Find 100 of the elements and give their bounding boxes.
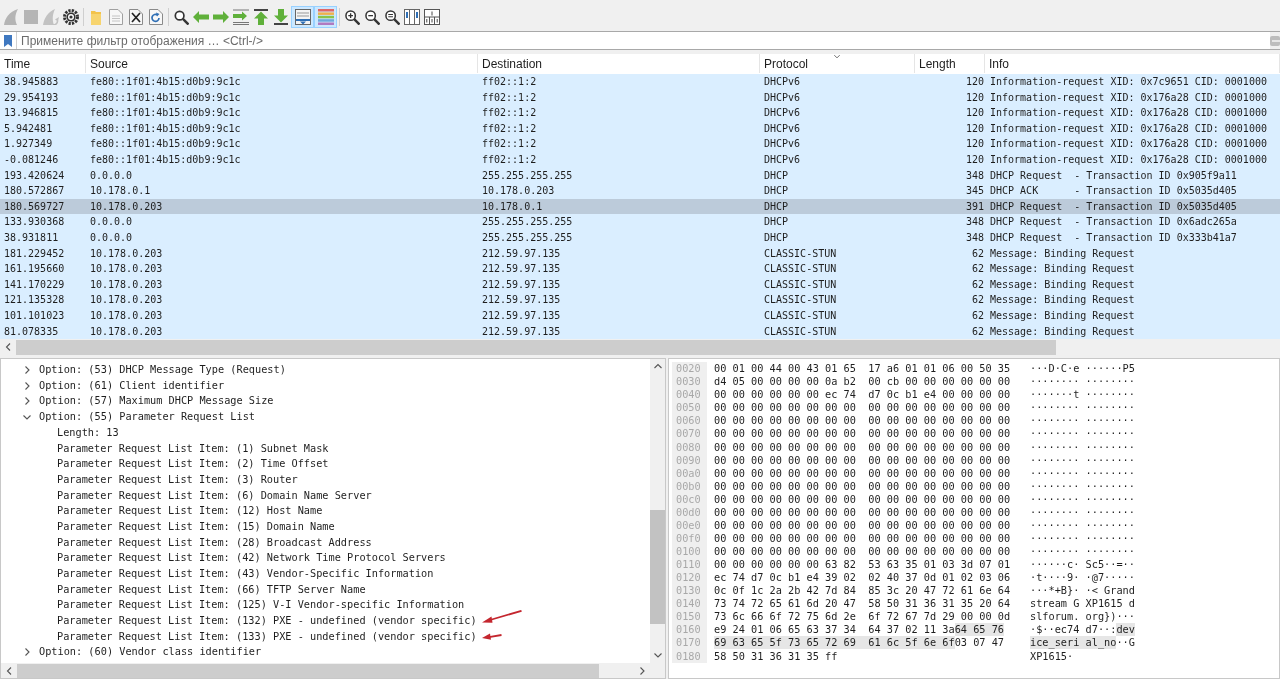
annotation-arrow-icon [481, 610, 522, 624]
ascii-text: ········ ········ [1030, 440, 1135, 454]
table-cell-text: 81.078335 [4, 324, 59, 339]
tree-item[interactable]: Option: (60) Vendor class identifier [39, 644, 262, 661]
offset-label: 0100 [676, 545, 701, 558]
table-cell-text: 10.178.0.203 [90, 277, 163, 292]
tree-item[interactable]: Length: 13 [57, 424, 119, 441]
table-cell-text: DHCP Request - Transaction ID 0x905f9a11 [990, 168, 1237, 183]
tree-item[interactable]: Parameter Request List Item: (42) Network Time Protocol Servers [57, 550, 446, 567]
zoom-out-icon [364, 9, 380, 25]
hex-bytes: e9 24 01 06 65 63 37 34 64 37 02 11 3a [714, 623, 955, 637]
table-cell-text: 13.946815 [4, 106, 59, 121]
bookmark-button[interactable] [0, 32, 16, 49]
toolbar-button[interactable] [126, 6, 146, 28]
tree-item[interactable]: Parameter Request List Item: (125) V-I Vendor-specific Information [57, 597, 465, 614]
tree-item[interactable]: Parameter Request List Item: (133) PXE - undefined (vendor specific) [57, 628, 477, 645]
table-cell-text: 212.59.97.135 [482, 308, 561, 323]
table-cell-text: 38.945883 [4, 75, 59, 89]
tree-item[interactable]: Parameter Request List Item: (66) TFTP Server Name [57, 581, 366, 598]
table-cell-text: 10.178.0.203 [90, 262, 163, 277]
table-cell-text: Information-request XID: 0x176a28 CID: 0001000 [990, 152, 1267, 167]
hex-bytes: 73 74 72 65 61 6d 20 47 58 50 31 36 31 35 20 64 [714, 597, 1011, 611]
packet-row[interactable]: 121.135328 10.178.0.203 212.59.97.135 CLASSIC-STUN 62 Message: Binding Request [0, 292, 1280, 308]
table-cell-text: 10.178.0.1 [482, 199, 543, 214]
packet-row[interactable]: 180.572867 10.178.0.1 10.178.0.203 DHCP 345 DHCP ACK - Transaction ID 0x5035d405 [0, 183, 1280, 199]
tree-item[interactable]: Option: (61) Client identifier [39, 377, 225, 394]
ascii-text: ······c· Sc5··=·· [1030, 558, 1135, 572]
tree-item[interactable]: Parameter Request List Item: (28) Broadcast Address [57, 534, 372, 551]
hex-bytes: 64 65 76 [954, 623, 1005, 637]
table-cell-text: 181.229452 [4, 246, 65, 261]
table-cell-text: DHCP [764, 215, 789, 230]
table-cell-text: DHCP [764, 230, 789, 245]
tree-item[interactable]: Parameter Request List Item: (12) Host Name [57, 503, 323, 519]
table-cell-text: 62 [971, 262, 984, 277]
table-cell-text: 0.0.0.0 [90, 215, 133, 230]
offset-label: 0140 [676, 597, 701, 611]
zoom-in-icon [344, 9, 360, 25]
tree-item[interactable]: Parameter Request List Item: (43) Vendor-Specific Information [57, 566, 434, 582]
tree-item[interactable]: Parameter Request List Item: (6) Domain Name Server [57, 487, 372, 504]
table-cell-text: DHCPv6 [764, 137, 801, 152]
ascii-text: ··G [1116, 636, 1135, 650]
table-cell-text: DHCPv6 [764, 90, 801, 105]
offset-label: 0040 [676, 388, 701, 402]
ascii-text: ········ ········ [1030, 375, 1135, 389]
table-cell-text: DHCPv6 [764, 75, 801, 89]
striped-lines-icon [317, 9, 334, 25]
offset-label: 0020 [676, 362, 701, 376]
table-cell-text: 212.59.97.135 [482, 324, 561, 339]
table-cell-text: 180.569727 [4, 199, 65, 214]
hex-bytes: 73 6c 66 6f 72 75 6d 2e 6f 72 67 7d 29 00 00 0d [714, 610, 1011, 624]
table-cell-text: fe80::1f01:4b15:d0b9:9c1c [90, 137, 241, 152]
table-cell-text: 120 [965, 75, 984, 89]
scrollbar-thumb[interactable] [16, 339, 1056, 355]
tree-item[interactable]: Parameter Request List Item: (2) Time Offset [57, 456, 329, 472]
vertical-scrollbar[interactable] [650, 359, 665, 663]
packet-row[interactable]: 13.946815 fe80::1f01:4b15:d0b9:9c1c ff02::1:2 DHCPv6 120 Information-request XID: 0x176a28 CID: 0001000 [0, 105, 1280, 121]
toolbar-button[interactable] [61, 6, 81, 28]
offset-label: 0160 [676, 623, 701, 637]
table-cell-text: fe80::1f01:4b15:d0b9:9c1c [90, 75, 241, 89]
packet-row[interactable]: 38.945883 fe80::1f01:4b15:d0b9:9c1c ff02::1:2 DHCPv6 120 Information-request XID: 0x7c9651 CID: 0001000 [0, 74, 1280, 90]
table-cell-text: 29.954193 [4, 90, 59, 105]
table-cell-text: 255.255.255.255 [482, 215, 573, 230]
hex-bytes: 00 00 00 00 00 00 00 00 00 00 00 00 00 00 00 00 [714, 545, 1011, 558]
offset-label: 00c0 [676, 492, 701, 506]
packet-row[interactable]: 161.195660 10.178.0.203 212.59.97.135 CLASSIC-STUN 62 Message: Binding Request [0, 261, 1280, 277]
tab-handle-icon[interactable] [1270, 35, 1280, 46]
hex-bytes: 00 00 00 00 00 00 00 00 00 00 00 00 00 00 00 00 [714, 479, 1011, 493]
tree-item[interactable]: Parameter Request List Item: (3) Router [57, 471, 298, 488]
ascii-text: ········ ········ [1030, 401, 1135, 415]
tree-item[interactable]: Option: (53) DHCP Message Type (Request) [39, 362, 286, 378]
tree-item[interactable]: Parameter Request List Item: (132) PXE - undefined (vendor specific) [57, 613, 477, 629]
ascii-text: stream G XP1615 d [1030, 597, 1135, 611]
table-cell-text: fe80::1f01:4b15:d0b9:9c1c [90, 90, 241, 105]
packet-row[interactable]: 133.930368 0.0.0.0 255.255.255.255 DHCP 348 DHCP Request - Transaction ID 0x6adc265a [0, 214, 1280, 230]
tree-item[interactable]: Option: (57) Maximum DHCP Message Size [39, 393, 274, 410]
hex-bytes: 00 00 00 00 00 00 00 00 00 00 00 00 00 00 00 00 [714, 453, 1011, 467]
arrow-to-top-icon [254, 9, 268, 25]
tree-item[interactable]: Parameter Request List Item: (15) Domain Name [57, 518, 335, 535]
scrollbar-thumb[interactable] [650, 510, 665, 625]
table-cell-text: 62 [971, 277, 984, 292]
table-cell-text: DHCPv6 [764, 106, 801, 121]
hex-bytes: 00 00 00 00 00 00 00 00 00 00 00 00 00 00 00 00 [714, 492, 1011, 506]
filter-field[interactable]: Примените фильтр отображения … <Ctrl-/> [17, 32, 1270, 49]
offset-label: 0060 [676, 414, 701, 428]
table-cell-text: Information-request XID: 0x176a28 CID: 0001000 [990, 121, 1267, 136]
toolbar-button[interactable] [251, 6, 271, 28]
ascii-text: ·······t ········ [1030, 388, 1135, 402]
toolbar-button[interactable] [422, 6, 442, 28]
hex-bytes: 58 50 31 36 31 35 ff [714, 649, 838, 663]
table-cell-text: -0.081246 [4, 152, 59, 167]
table-cell-text: fe80::1f01:4b15:d0b9:9c1c [90, 121, 241, 136]
packet-row[interactable]: 1.927349 fe80::1f01:4b15:d0b9:9c1c ff02::1:2 DHCPv6 120 Information-request XID: 0x176a28 CID: 0001000 [0, 136, 1280, 152]
table-cell-text: CLASSIC-STUN [764, 293, 837, 308]
table-cell-text: DHCP [764, 199, 789, 214]
ascii-text: ········ ········ [1030, 492, 1135, 506]
tree-item[interactable]: Parameter Request List Item: (1) Subnet Mask [57, 440, 329, 457]
toolbar-button[interactable] [271, 6, 291, 28]
hex-bytes: 00 00 00 00 00 00 00 00 00 00 00 00 00 00 00 00 [714, 401, 1011, 415]
tree-item[interactable]: Option: (55) Parameter Request List [39, 409, 255, 425]
hex-bytes: 00 00 00 00 00 00 00 00 00 00 00 00 00 00 00 00 [714, 440, 1011, 454]
